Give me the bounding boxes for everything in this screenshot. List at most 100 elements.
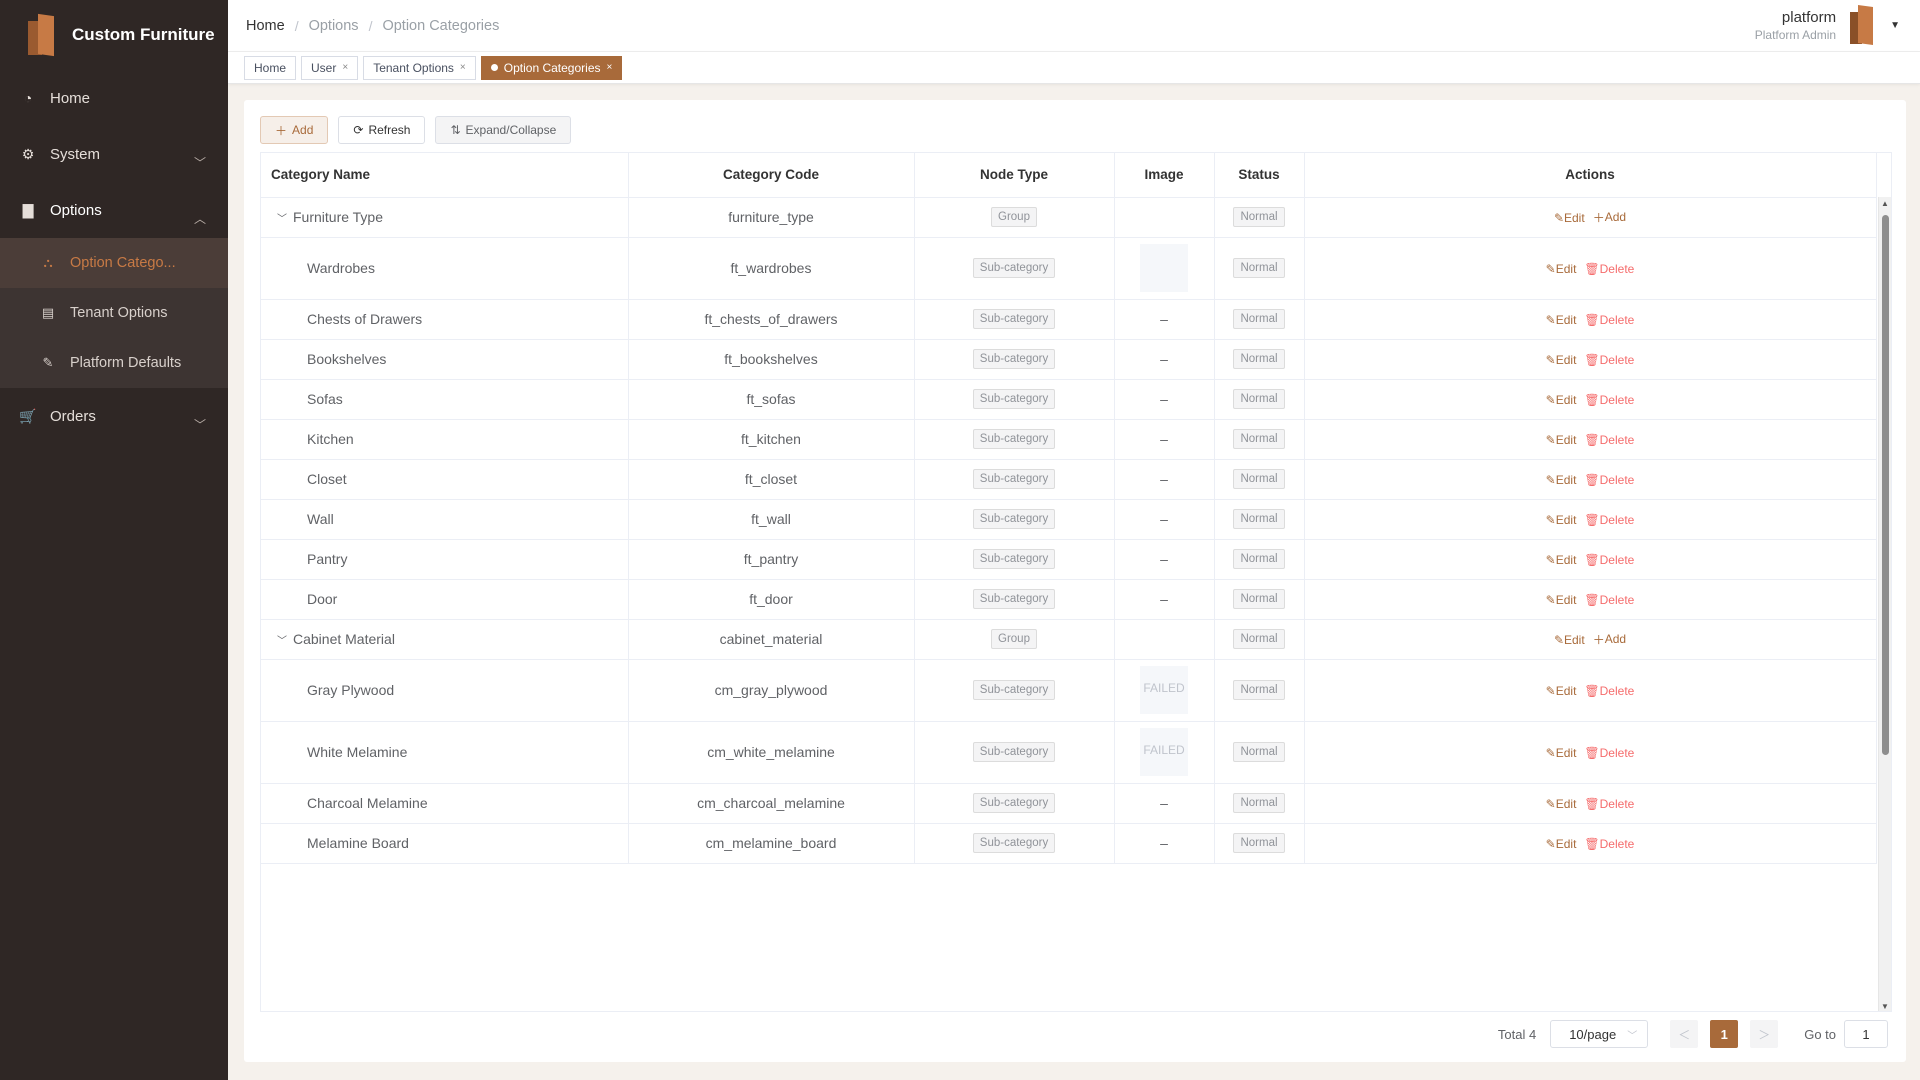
cell-category-code: ft_wall	[628, 499, 915, 540]
tag-label: Home	[254, 60, 287, 75]
edit-button[interactable]: ✎ Edit	[1546, 684, 1577, 698]
image-empty: –	[1160, 551, 1168, 567]
edit-button[interactable]: ✎ Edit	[1546, 797, 1577, 811]
add-child-button[interactable]: ＋ Add	[1593, 631, 1626, 648]
delete-button[interactable]: 🗑 Delete	[1584, 837, 1634, 851]
cell-category-code: furniture_type	[628, 197, 915, 238]
edit-button[interactable]: ✎ Edit	[1546, 553, 1577, 567]
edit-button[interactable]: ✎ Edit	[1546, 313, 1577, 327]
cell-image: –	[1114, 579, 1215, 620]
image-failed[interactable]: FAILED	[1140, 728, 1188, 776]
delete-button[interactable]: 🗑 Delete	[1584, 473, 1634, 487]
sidebar-item-label: Option Catego...	[70, 255, 176, 271]
tag-tenant-options[interactable]: Tenant Options ×	[363, 55, 476, 80]
sidebar-item-options[interactable]: ▇ Options ︿	[0, 182, 228, 238]
tag-option-categories[interactable]: Option Categories ×	[480, 55, 623, 80]
action-label: Edit	[1555, 797, 1577, 811]
edit-button[interactable]: ✎ Edit	[1546, 393, 1577, 407]
scroll-down-icon[interactable]: ▼	[1881, 1002, 1889, 1011]
table-row: Chests of Drawers ft_chests_of_drawers Sub…	[261, 299, 1877, 340]
scroll-up-icon[interactable]: ▲	[1881, 199, 1889, 208]
add-child-button[interactable]: ＋ Add	[1593, 209, 1626, 226]
sidebar-item-orders[interactable]: 🛒 Orders ﹀	[0, 388, 228, 444]
delete-button[interactable]: 🗑 Delete	[1584, 593, 1634, 607]
cell-category-name: Closet	[261, 459, 629, 500]
delete-button[interactable]: 🗑 Delete	[1584, 746, 1634, 760]
tag-home[interactable]: Home	[244, 55, 297, 80]
avatar[interactable]	[1850, 4, 1876, 46]
delete-button[interactable]: 🗑 Delete	[1584, 393, 1634, 407]
edit-button[interactable]: ✎ Edit	[1546, 837, 1577, 851]
tag-user[interactable]: User ×	[301, 55, 359, 80]
edit-button[interactable]: ✎ Edit	[1546, 473, 1577, 487]
cell-category-code: ft_closet	[628, 459, 915, 500]
edit-button[interactable]: ✎ Edit	[1546, 593, 1577, 607]
scrollbar-thumb[interactable]	[1882, 215, 1889, 755]
delete-button[interactable]: 🗑 Delete	[1584, 262, 1634, 276]
node-type-badge: Sub-category	[972, 429, 1056, 449]
user-menu[interactable]: platform Platform Admin ▼	[1755, 4, 1900, 46]
add-button[interactable]: ＋ Add	[260, 116, 329, 144]
node-type-badge: Sub-category	[972, 309, 1056, 329]
chevron-down-icon[interactable]: ﹀	[277, 632, 287, 647]
action-label: Delete	[1599, 473, 1635, 487]
edit-button[interactable]: ✎ Edit	[1546, 746, 1577, 760]
delete-button[interactable]: 🗑 Delete	[1584, 313, 1634, 327]
node-type-badge: Sub-category	[972, 589, 1056, 609]
image-thumbnail[interactable]	[1140, 244, 1188, 292]
edit-button[interactable]: ✎ Edit	[1546, 433, 1577, 447]
edit-button[interactable]: ✎ Edit	[1546, 513, 1577, 527]
edit-button[interactable]: ✎ Edit	[1546, 353, 1577, 367]
edit-button[interactable]: ✎ Edit	[1554, 211, 1585, 225]
breadcrumb-home[interactable]: Home	[246, 18, 285, 34]
options-submenu: ⛬ Option Catego... ▤ Tenant Options ✎ Pl…	[0, 238, 228, 388]
prev-page-button[interactable]: ＜	[1670, 1020, 1699, 1048]
sidebar-item-platform-defaults[interactable]: ✎ Platform Defaults	[0, 338, 228, 388]
refresh-button[interactable]: ⟳ Refresh	[338, 116, 426, 144]
close-icon[interactable]: ×	[607, 62, 613, 73]
cell-category-code: cm_charcoal_melamine	[628, 783, 915, 824]
page-size-select[interactable]: 10/page ﹀	[1550, 1020, 1649, 1048]
cell-category-name: Bookshelves	[261, 339, 629, 380]
page-number-current[interactable]: 1	[1710, 1020, 1739, 1048]
dashboard-icon: ◔	[23, 90, 33, 106]
delete-button[interactable]: 🗑 Delete	[1584, 797, 1634, 811]
trash-icon: 🗑	[1584, 393, 1600, 407]
trash-icon: 🗑	[1584, 353, 1600, 367]
delete-button[interactable]: 🗑 Delete	[1584, 353, 1634, 367]
table-header: Category Name Category Code Node Type Im…	[261, 153, 1877, 198]
cell-category-name: Sofas	[261, 379, 629, 420]
cell-category-code: cm_melamine_board	[628, 823, 915, 864]
delete-button[interactable]: 🗑 Delete	[1584, 553, 1634, 567]
edit-icon: ✎	[1545, 393, 1556, 407]
goto-page-input[interactable]: 1	[1844, 1020, 1888, 1048]
edit-button[interactable]: ✎ Edit	[1546, 262, 1577, 276]
close-icon[interactable]: ×	[460, 62, 466, 73]
caret-down-icon[interactable]: ▼	[1890, 20, 1900, 31]
action-label: Delete	[1599, 837, 1635, 851]
logo[interactable]: Custom Furniture	[0, 0, 228, 70]
node-type-badge: Sub-category	[972, 258, 1056, 278]
action-label: Delete	[1599, 353, 1635, 367]
action-label: Edit	[1555, 313, 1577, 327]
toolbar: ＋ Add ⟳ Refresh ⇅ Expand/Collapse	[260, 116, 581, 144]
scrollbar[interactable]: ▲ ▼	[1878, 197, 1891, 1011]
sidebar-item-option-categories[interactable]: ⛬ Option Catego...	[0, 238, 228, 288]
category-name: Pantry	[307, 551, 348, 567]
sidebar-item-tenant-options[interactable]: ▤ Tenant Options	[0, 288, 228, 338]
chevron-down-icon[interactable]: ﹀	[277, 210, 287, 225]
next-page-button[interactable]: ＞	[1750, 1020, 1779, 1048]
delete-button[interactable]: 🗑 Delete	[1584, 684, 1634, 698]
sidebar-item-system[interactable]: ⚙ System ﹀	[0, 126, 228, 182]
delete-button[interactable]: 🗑 Delete	[1584, 433, 1634, 447]
delete-button[interactable]: 🗑 Delete	[1584, 513, 1634, 527]
cell-category-name: Melamine Board	[261, 823, 629, 864]
image-failed[interactable]: FAILED	[1140, 666, 1188, 714]
expand-collapse-button[interactable]: ⇅ Expand/Collapse	[435, 116, 572, 144]
image-empty: –	[1160, 511, 1168, 527]
cell-category-code: cm_gray_plywood	[628, 659, 915, 722]
user-name: platform	[1781, 8, 1837, 26]
sidebar-item-home[interactable]: ◔ Home	[0, 70, 228, 126]
close-icon[interactable]: ×	[342, 62, 348, 73]
edit-button[interactable]: ✎ Edit	[1554, 633, 1585, 647]
